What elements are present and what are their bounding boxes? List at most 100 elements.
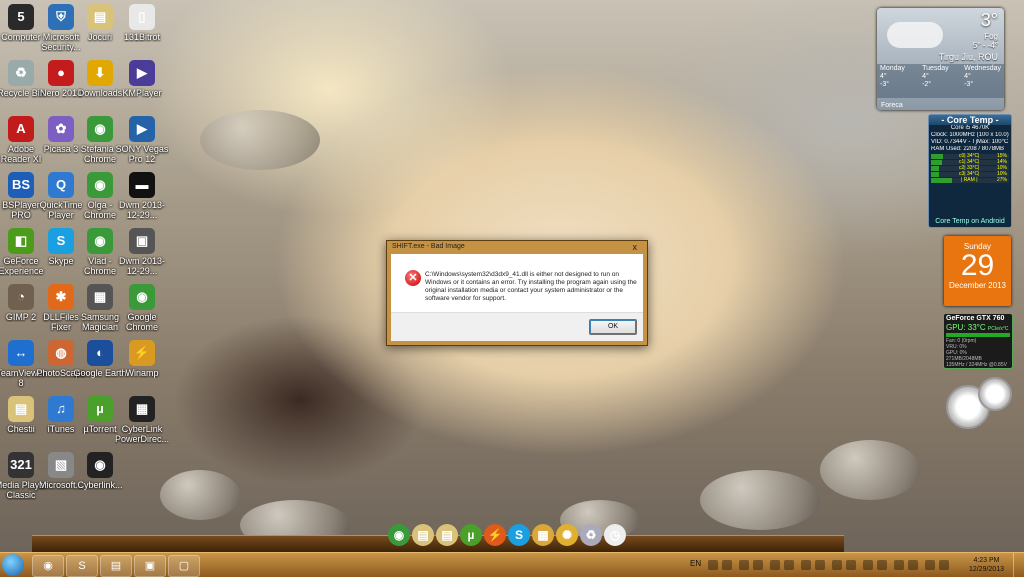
forecast-day: Monday 4° -3°	[880, 65, 905, 88]
app-icon: ◧	[8, 228, 34, 254]
calendar-gadget[interactable]: Sunday 29 December 2013	[944, 236, 1011, 306]
system-tray	[706, 557, 966, 573]
dialog-close-button[interactable]: x	[633, 241, 638, 253]
desktop-icon[interactable]: ▶ SONY Vegas Pro 12	[115, 116, 169, 164]
app-icon: ✱	[48, 284, 74, 310]
tray-icon[interactable]	[784, 560, 795, 570]
tray-icon[interactable]	[815, 560, 826, 570]
desktop-icon[interactable]: ◉ Google Chrome	[115, 284, 169, 332]
show-desktop-button[interactable]	[1013, 553, 1024, 577]
tray-icon[interactable]	[846, 560, 857, 570]
dock-winamp-icon[interactable]: ⚡	[484, 524, 506, 546]
dock-clock-icon[interactable]: ◷	[604, 524, 626, 546]
desktop-icon[interactable]: ▦ CyberLink PowerDirec...	[115, 396, 169, 444]
desktop-icon[interactable]: ◉ Cyberlink...	[73, 452, 127, 490]
app-icon: A	[8, 116, 34, 142]
desktop-icon[interactable]: ▶ KMPlayer	[115, 60, 169, 98]
desktop-icon-label: 131Bitrot	[123, 32, 161, 42]
desktop-icon-label: Dwm 2013-12-29...	[118, 256, 165, 276]
weather-gadget[interactable]: 3° Fog 5° - -4° Tirgu Jiu, ROU Monday 4° -…	[877, 8, 1004, 110]
app-icon: 5	[8, 4, 34, 30]
ok-button[interactable]: OK	[589, 319, 637, 335]
coretemp-clock: Clock: 1000MHz (100 x 10.0)	[931, 132, 1009, 138]
tray-icon[interactable]	[708, 560, 718, 570]
coretemp-footer[interactable]: Core Temp on Android	[929, 218, 1011, 225]
tray-icon[interactable]	[894, 560, 905, 570]
taskbar-app-button[interactable]: ▤	[100, 555, 132, 577]
tray-icon[interactable]	[753, 560, 764, 570]
app-icon: ▬	[129, 172, 155, 198]
app-icon: ▶	[129, 116, 155, 142]
tray-icon[interactable]	[832, 560, 843, 570]
tray-icon[interactable]	[770, 560, 781, 570]
dock-folder-icon[interactable]: ▤	[412, 524, 434, 546]
app-icon: ▶	[129, 60, 155, 86]
app-icon: BS	[8, 172, 34, 198]
dock-folder-icon[interactable]: ▤	[436, 524, 458, 546]
app-icon: µ	[87, 396, 113, 422]
tray-icon[interactable]	[722, 560, 732, 570]
desktop-icon[interactable]: ▣ Dwm 2013-12-29...	[115, 228, 169, 276]
taskbar-clock[interactable]: 4:23 PM 12/29/2013	[969, 556, 1004, 574]
calendar-day: 29	[960, 249, 995, 282]
app-icon: ▧	[48, 452, 74, 478]
taskbar-app-button[interactable]: S	[66, 555, 98, 577]
coretemp-gadget[interactable]: - Core Temp - Core i5 4670K Clock: 1000M…	[928, 114, 1012, 228]
coretemp-ram-bar: | RAM | 27%	[931, 178, 1009, 183]
coretemp-vid: VID: 0.7344V - TjMax: 100°C	[931, 139, 1009, 145]
dock-utorrent-icon[interactable]: µ	[460, 524, 482, 546]
fog-cloud-icon	[887, 22, 943, 48]
taskbar-app-button[interactable]: ◉	[32, 555, 64, 577]
calendar-month: December 2013	[949, 281, 1006, 290]
app-icon: ▦	[129, 396, 155, 422]
app-icon: ▤	[87, 4, 113, 30]
weather-source: Foreca	[881, 102, 903, 109]
app-icon: ⛨	[48, 4, 74, 30]
app-icon: ◉	[87, 116, 113, 142]
dock-bar: ◉ ▤ ▤ µ ⚡ S ▦ ✺ ♻ ◷	[32, 520, 844, 552]
dock-recycle-icon[interactable]: ♻	[580, 524, 602, 546]
app-icon: 321	[8, 452, 34, 478]
app-icon: S	[48, 228, 74, 254]
weather-city: Tirgu Jiu, ROU	[938, 52, 998, 62]
tray-icon[interactable]	[863, 560, 874, 570]
tray-icon[interactable]	[939, 560, 950, 570]
gpu-gadget[interactable]: GeForce GTX 760 GPU: 33°C PCIe/x°C Fan: …	[943, 313, 1013, 369]
coretemp-core-bars: c0| 34°C| 15% c1| 34°C| 14% c2| 33°C| 10% c3| …	[929, 154, 1011, 177]
tray-icon[interactable]	[908, 560, 919, 570]
dock-settings-icon[interactable]: ✺	[556, 524, 578, 546]
desktop-icon-label: Dwm 2013-12-29...	[118, 200, 165, 220]
desktop-icon[interactable]: ⚡ Winamp	[115, 340, 169, 378]
app-icon: ◉	[87, 228, 113, 254]
desktop-icon-label: Google Chrome	[125, 312, 158, 332]
desktop-icon-label: KMPlayer	[122, 88, 162, 98]
app-icon: ⚡	[129, 340, 155, 366]
app-icon: ↔	[8, 340, 34, 366]
weather-forecast: Monday 4° -3° Tuesday 4° -2° Wednesday 4° -3°	[877, 64, 1004, 98]
dock-chrome-icon[interactable]: ◉	[388, 524, 410, 546]
desktop-icon[interactable]: ▬ Dwm 2013-12-29...	[115, 172, 169, 220]
desktop-icon-label: CyberLink PowerDirec...	[115, 424, 169, 444]
tray-icon[interactable]	[925, 560, 936, 570]
tray-icon[interactable]	[739, 560, 750, 570]
gpu-title: GeForce GTX 760	[946, 315, 1005, 322]
taskbar-app-button[interactable]: ▣	[134, 555, 166, 577]
language-indicator[interactable]: EN	[690, 559, 701, 568]
start-button[interactable]	[2, 554, 24, 576]
dock-skype-icon[interactable]: S	[508, 524, 530, 546]
tray-icon[interactable]	[877, 560, 888, 570]
taskbar-app-button[interactable]: ▢	[168, 555, 200, 577]
coretemp-cpu: Core i5 4670K	[950, 125, 990, 131]
meter-gauge-icon[interactable]	[978, 377, 1012, 411]
desktop-icon-label: Cyberlink...	[77, 480, 123, 490]
app-icon: ◔	[8, 284, 34, 310]
app-icon: ▣	[129, 228, 155, 254]
dialog-button-row: OK	[391, 312, 643, 341]
desktop-icon[interactable]: ▯ 131Bitrot	[115, 4, 169, 42]
app-icon: ●	[48, 60, 74, 86]
desktop-icon-label: Winamp	[125, 368, 159, 378]
dialog-title: SHIFT.exe - Bad Image	[392, 243, 465, 250]
dock-explorer-icon[interactable]: ▦	[532, 524, 554, 546]
tray-icon[interactable]	[801, 560, 812, 570]
gpu-temp: GPU: 33°C PCIe/x°C	[946, 323, 1009, 332]
